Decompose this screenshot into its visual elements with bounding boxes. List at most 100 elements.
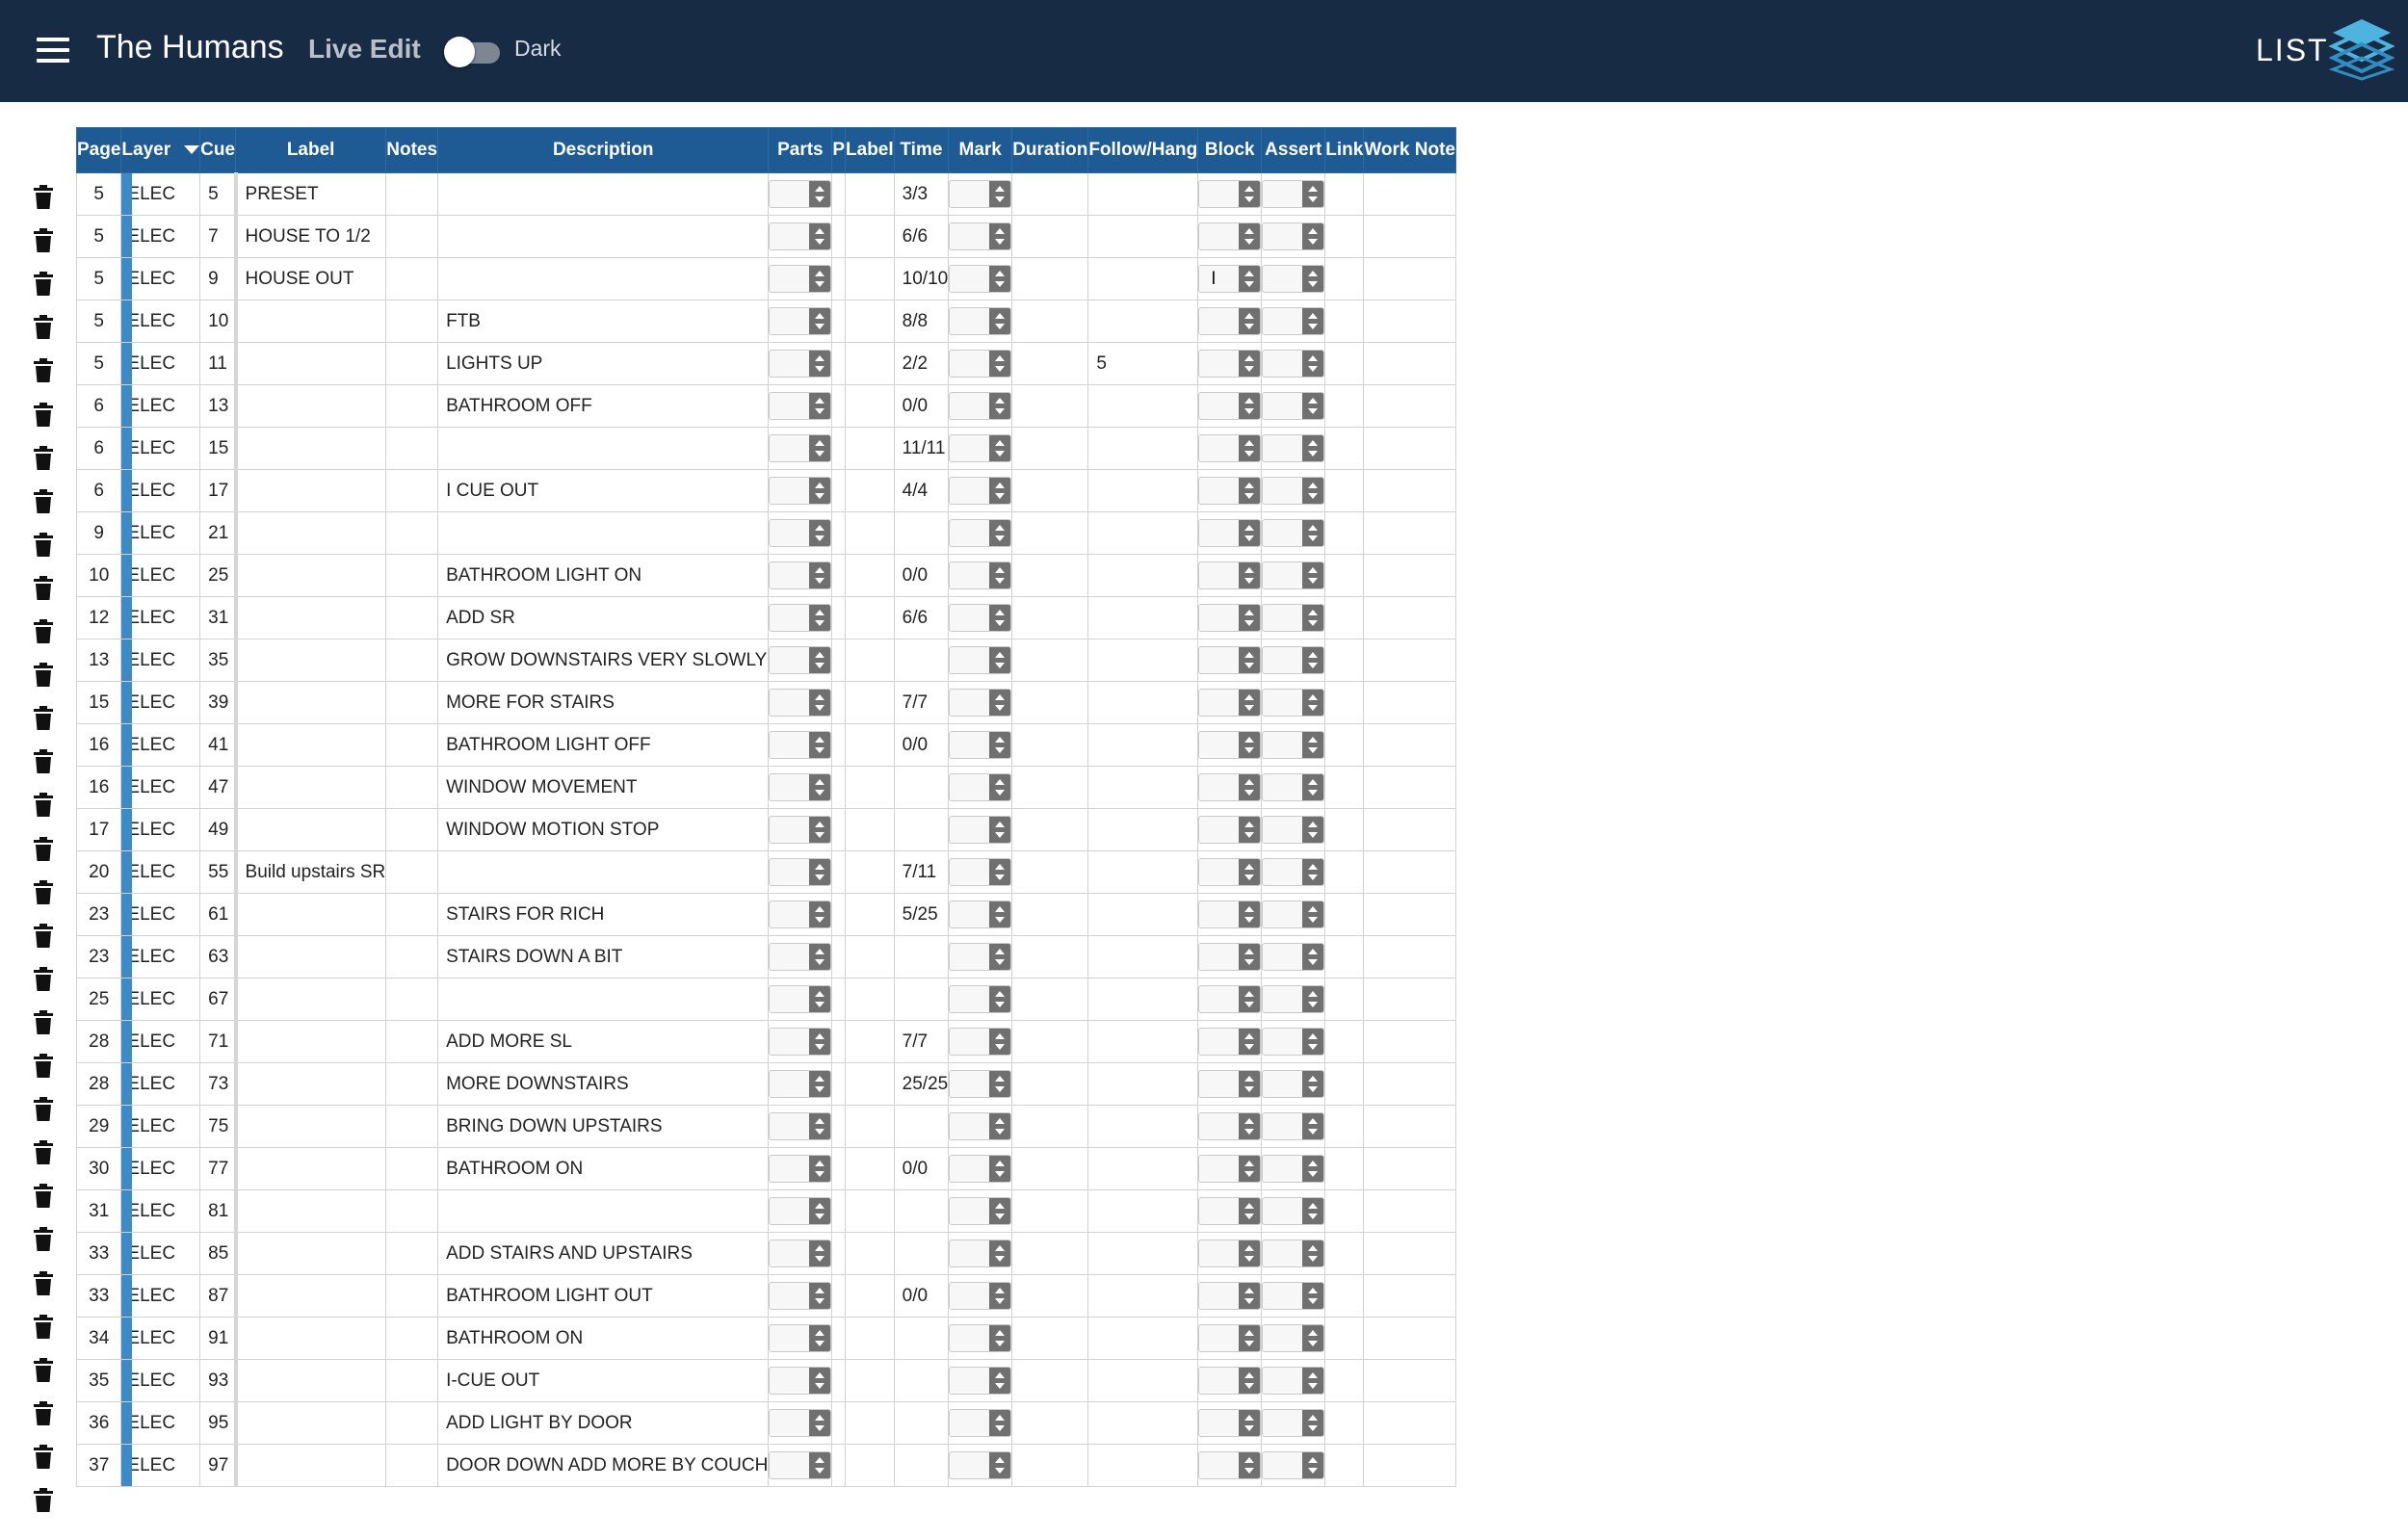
cell-page[interactable]: 37 xyxy=(75,1444,122,1487)
cell-work-note[interactable] xyxy=(1363,172,1456,216)
cell-label2[interactable] xyxy=(845,554,895,597)
cell-label2[interactable] xyxy=(845,639,895,682)
assert-select[interactable] xyxy=(1262,858,1324,886)
mark-select[interactable] xyxy=(949,1155,1011,1183)
cell-label[interactable] xyxy=(233,554,387,597)
cell-description[interactable]: GROW DOWNSTAIRS VERY SLOWLY xyxy=(437,639,770,682)
cell-duration[interactable] xyxy=(1011,1105,1089,1148)
cell-p[interactable] xyxy=(831,172,847,216)
cell-follow-hang[interactable] xyxy=(1087,1274,1199,1318)
cell-work-note[interactable] xyxy=(1363,554,1456,597)
cell-layer[interactable]: ELEC xyxy=(120,1189,201,1233)
cell-time[interactable]: 6/6 xyxy=(893,596,950,639)
parts-select[interactable] xyxy=(769,858,831,886)
parts-select[interactable] xyxy=(769,1112,831,1140)
cell-label2[interactable] xyxy=(845,215,895,258)
cell-notes[interactable] xyxy=(385,681,439,724)
cell-layer[interactable]: ELEC xyxy=(120,1147,201,1190)
cell-cue[interactable]: 17 xyxy=(199,469,237,512)
cell-notes[interactable] xyxy=(385,1105,439,1148)
cell-page[interactable]: 23 xyxy=(75,893,122,936)
parts-select[interactable] xyxy=(769,1282,831,1310)
mark-select[interactable] xyxy=(949,816,1011,844)
cell-label[interactable] xyxy=(233,1147,387,1190)
block-select[interactable] xyxy=(1198,1367,1261,1395)
parts-select[interactable] xyxy=(769,307,831,335)
cell-duration[interactable] xyxy=(1011,850,1089,894)
cell-work-note[interactable] xyxy=(1363,766,1456,809)
cell-link[interactable] xyxy=(1324,384,1365,428)
cell-time[interactable] xyxy=(893,511,950,555)
cell-description[interactable] xyxy=(437,511,770,555)
cell-label2[interactable] xyxy=(845,511,895,555)
cell-notes[interactable] xyxy=(385,1232,439,1275)
cell-p[interactable] xyxy=(831,681,847,724)
cell-time[interactable] xyxy=(893,978,950,1021)
col-header-work-note[interactable]: Work Note xyxy=(1363,127,1456,173)
assert-select[interactable] xyxy=(1262,1409,1324,1437)
cell-page[interactable]: 16 xyxy=(75,766,122,809)
assert-select[interactable] xyxy=(1262,1282,1324,1310)
parts-select[interactable] xyxy=(769,1409,831,1437)
cell-duration[interactable] xyxy=(1011,172,1089,216)
parts-select[interactable] xyxy=(769,773,831,801)
cell-link[interactable] xyxy=(1324,1359,1365,1402)
assert-select[interactable] xyxy=(1262,1451,1324,1479)
cell-p[interactable] xyxy=(831,935,847,979)
cell-label2[interactable] xyxy=(845,978,895,1021)
cell-p[interactable] xyxy=(831,1317,847,1360)
parts-select[interactable] xyxy=(769,943,831,971)
cell-link[interactable] xyxy=(1324,511,1365,555)
cell-notes[interactable] xyxy=(385,554,439,597)
block-select[interactable] xyxy=(1198,1409,1261,1437)
cell-description[interactable]: BATHROOM OFF xyxy=(437,384,770,428)
cell-cue[interactable]: 10 xyxy=(199,300,237,343)
parts-select[interactable] xyxy=(769,816,831,844)
cell-page[interactable]: 13 xyxy=(75,639,122,682)
cell-layer[interactable]: ELEC xyxy=(120,596,201,639)
col-header-duration[interactable]: Duration xyxy=(1011,127,1089,173)
cell-duration[interactable] xyxy=(1011,511,1089,555)
hamburger-menu-icon[interactable] xyxy=(37,38,69,63)
mark-select[interactable] xyxy=(949,985,1011,1013)
cell-layer[interactable]: ELEC xyxy=(120,808,201,851)
cell-description[interactable]: ADD MORE SL xyxy=(437,1020,770,1063)
mark-select[interactable] xyxy=(949,434,1011,462)
assert-select[interactable] xyxy=(1262,901,1324,928)
cell-link[interactable] xyxy=(1324,723,1365,767)
cell-label2[interactable] xyxy=(845,342,895,385)
cell-notes[interactable] xyxy=(385,300,439,343)
cell-page[interactable]: 33 xyxy=(75,1232,122,1275)
cell-link[interactable] xyxy=(1324,596,1365,639)
delete-row-trash-icon[interactable] xyxy=(33,836,54,862)
parts-select[interactable] xyxy=(769,689,831,717)
cell-page[interactable]: 31 xyxy=(75,1189,122,1233)
cell-layer[interactable]: ELEC xyxy=(120,893,201,936)
delete-row-trash-icon[interactable] xyxy=(33,358,54,383)
cell-p[interactable] xyxy=(831,257,847,300)
dark-mode-toggle[interactable] xyxy=(444,34,502,67)
cell-layer[interactable]: ELEC xyxy=(120,1359,201,1402)
cell-follow-hang[interactable] xyxy=(1087,978,1199,1021)
cell-notes[interactable] xyxy=(385,978,439,1021)
cell-p[interactable] xyxy=(831,427,847,470)
cell-cue[interactable]: 87 xyxy=(199,1274,237,1318)
cell-p[interactable] xyxy=(831,639,847,682)
cell-label2[interactable] xyxy=(845,1359,895,1402)
cell-label[interactable] xyxy=(233,1274,387,1318)
cell-description[interactable] xyxy=(437,850,770,894)
cell-cue[interactable]: 97 xyxy=(199,1444,237,1487)
cell-layer[interactable]: ELEC xyxy=(120,511,201,555)
cell-label[interactable] xyxy=(233,1359,387,1402)
cell-page[interactable]: 6 xyxy=(75,427,122,470)
cell-follow-hang[interactable] xyxy=(1087,469,1199,512)
cell-label2[interactable] xyxy=(845,1232,895,1275)
col-header-label[interactable]: Label xyxy=(235,127,387,173)
cell-layer[interactable]: ELEC xyxy=(120,1317,201,1360)
cell-cue[interactable]: 7 xyxy=(199,215,237,258)
mark-select[interactable] xyxy=(949,1028,1011,1056)
cell-duration[interactable] xyxy=(1011,1359,1089,1402)
assert-select[interactable] xyxy=(1262,1070,1324,1098)
cell-cue[interactable]: 39 xyxy=(199,681,237,724)
cell-description[interactable]: MORE DOWNSTAIRS xyxy=(437,1062,770,1106)
